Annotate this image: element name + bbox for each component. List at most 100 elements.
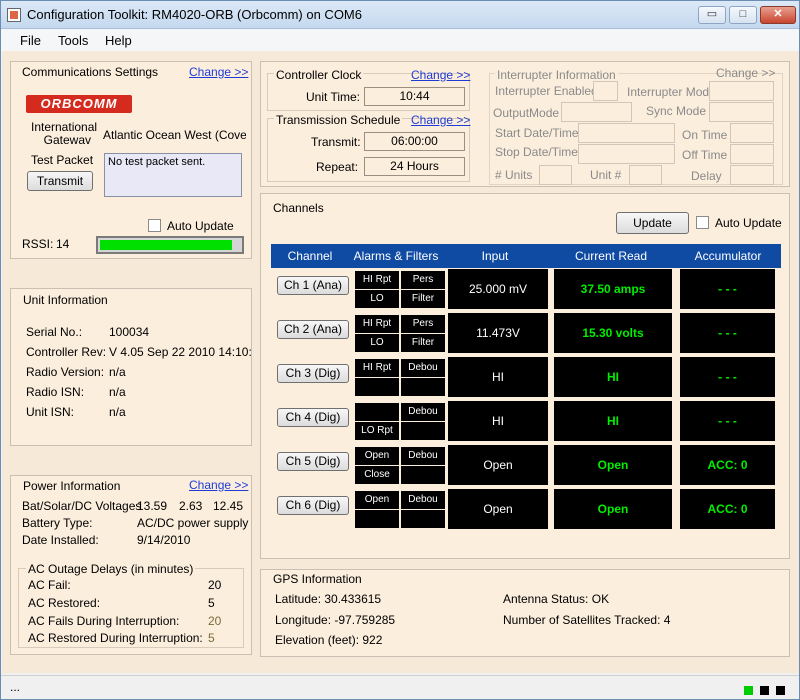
- channel-button[interactable]: Ch 2 (Ana): [277, 320, 349, 339]
- channels-auto-update-label: Auto Update: [715, 216, 782, 230]
- repeat-value: 24 Hours: [364, 157, 465, 176]
- radio-isn-value: n/a: [109, 385, 126, 399]
- interrupter-title: Interrupter Information: [495, 68, 618, 82]
- date-installed-label: Date Installed:: [22, 533, 99, 547]
- input-value: HI: [448, 401, 548, 441]
- ac-restored-int-value: 5: [208, 631, 215, 645]
- channel-button[interactable]: Ch 5 (Dig): [277, 452, 349, 471]
- comms-auto-update-checkbox[interactable]: [148, 219, 161, 232]
- alarm-filter-flag: Debou: [401, 447, 445, 465]
- power-title: Power Information: [21, 479, 123, 493]
- battery-type-value: AC/DC power supply: [137, 516, 249, 530]
- menu-file[interactable]: File: [20, 33, 41, 48]
- input-value: 11.473V: [448, 313, 548, 353]
- orbcomm-logo: ORBCOMM: [26, 95, 132, 113]
- maximize-button[interactable]: □: [729, 6, 757, 24]
- clock-change-link[interactable]: Change >>: [411, 68, 470, 82]
- header-current-read: Current Read: [547, 244, 675, 268]
- accumulator-value: - - -: [680, 357, 775, 397]
- alarm-filter-flag: LO: [355, 290, 399, 308]
- start-datetime-label: Start Date/Time: [495, 126, 579, 140]
- alarm-filter-flag: [401, 378, 445, 396]
- ac-fail-label: AC Fail:: [28, 578, 71, 592]
- on-time-field[interactable]: [730, 123, 774, 143]
- unit-number-field[interactable]: [629, 165, 662, 185]
- stop-datetime-field[interactable]: [578, 144, 675, 164]
- status-bar: ...: [1, 675, 799, 699]
- units-count-field[interactable]: [539, 165, 572, 185]
- start-datetime-field[interactable]: [578, 123, 675, 143]
- controller-rev-label: Controller Rev:: [26, 345, 107, 359]
- channel-button[interactable]: Ch 1 (Ana): [277, 276, 349, 295]
- current-read-value: Open: [554, 489, 672, 529]
- interrupter-mode-field[interactable]: [709, 81, 774, 101]
- channel-button[interactable]: Ch 3 (Dig): [277, 364, 349, 383]
- status-indicator-2: [760, 686, 769, 695]
- close-button[interactable]: ✕: [760, 6, 796, 24]
- gateway-label: International Gatewav: [31, 120, 98, 147]
- alarm-filter-flag: LO: [355, 334, 399, 352]
- current-read-value: HI: [554, 401, 672, 441]
- status-indicator-3: [776, 686, 785, 695]
- window-title: Configuration Toolkit: RM4020-ORB (Orbco…: [27, 7, 362, 22]
- rssi-bar: [96, 236, 244, 254]
- alarm-filter-flag: Debou: [401, 403, 445, 421]
- channel-row: Ch 6 (Dig) Open Debou Open Open ACC: 0: [271, 489, 781, 529]
- channel-row: Ch 3 (Dig) HI Rpt Debou HI HI - - -: [271, 357, 781, 397]
- transmit-button[interactable]: Transmit: [27, 171, 93, 191]
- unit-number-label: Unit #: [590, 168, 622, 182]
- header-accumulator: Accumulator: [675, 244, 781, 268]
- minimize-button[interactable]: ▭: [698, 6, 726, 24]
- sync-mode-field[interactable]: [709, 102, 774, 122]
- interrupter-change-link[interactable]: Change >>: [716, 66, 775, 80]
- close-icon: ✕: [773, 8, 783, 20]
- channel-row: Ch 5 (Dig) Open Debou Close Open Open ACC: 0: [271, 445, 781, 485]
- title-bar[interactable]: Configuration Toolkit: RM4020-ORB (Orbco…: [1, 1, 799, 29]
- units-count-label: # Units: [495, 168, 533, 182]
- channel-button[interactable]: Ch 6 (Dig): [277, 496, 349, 515]
- rssi-label: RSSI:: [22, 237, 54, 251]
- voltage-solar: 2.63: [179, 499, 203, 513]
- alarm-filter-flag: HI Rpt: [355, 271, 399, 289]
- gps-antenna-status: Antenna Status: OK: [503, 592, 610, 606]
- current-read-value: Open: [554, 445, 672, 485]
- transmission-title: Transmission Schedule: [274, 113, 403, 127]
- output-mode-field[interactable]: [561, 102, 632, 122]
- main-window: Configuration Toolkit: RM4020-ORB (Orbco…: [0, 0, 800, 700]
- transmit-time-value: 06:00:00: [364, 132, 465, 151]
- app-icon: [7, 8, 21, 22]
- alarm-filter-flag: [355, 510, 399, 528]
- menu-bar: File Tools Help: [1, 29, 799, 51]
- header-input: Input: [443, 244, 547, 268]
- test-packet-label: Test Packet: [31, 153, 94, 167]
- power-change-link[interactable]: Change >>: [189, 478, 248, 492]
- menu-tools[interactable]: Tools: [58, 33, 88, 48]
- header-channel: Channel: [271, 244, 349, 268]
- voltage-dc: 12.45: [213, 499, 244, 513]
- minimize-icon: ▭: [706, 8, 718, 20]
- interrupter-enabled-label: Interrupter Enabled: [495, 84, 598, 98]
- interrupter-enabled-field[interactable]: [593, 81, 618, 101]
- current-read-value: 37.50 amps: [554, 269, 672, 309]
- comms-change-link[interactable]: Change >>: [189, 65, 248, 79]
- comms-title: Communications Settings: [20, 65, 161, 79]
- channels-auto-update-checkbox[interactable]: [696, 216, 709, 229]
- outage-title: AC Outage Delays (in minutes): [26, 562, 196, 576]
- channel-button[interactable]: Ch 4 (Dig): [277, 408, 349, 427]
- channels-update-button[interactable]: Update: [616, 212, 689, 234]
- delay-field[interactable]: [730, 165, 774, 185]
- input-value: HI: [448, 357, 548, 397]
- transmit-time-label: Transmit:: [311, 135, 361, 149]
- off-time-field[interactable]: [730, 144, 774, 164]
- status-text: ...: [10, 680, 21, 694]
- accumulator-value: ACC: 0: [680, 445, 775, 485]
- rssi-bar-fill: [100, 240, 232, 250]
- delay-label: Delay: [691, 169, 722, 183]
- comms-auto-update-label: Auto Update: [167, 219, 234, 233]
- transmission-change-link[interactable]: Change >>: [411, 113, 470, 127]
- serial-value: 100034: [109, 325, 150, 339]
- menu-help[interactable]: Help: [105, 33, 132, 48]
- alarm-filter-flag: [355, 403, 399, 421]
- radio-version-label: Radio Version:: [26, 365, 105, 379]
- channel-row: Ch 1 (Ana) HI Rpt Pers LO Filter 25.000 mV 37.…: [271, 269, 781, 309]
